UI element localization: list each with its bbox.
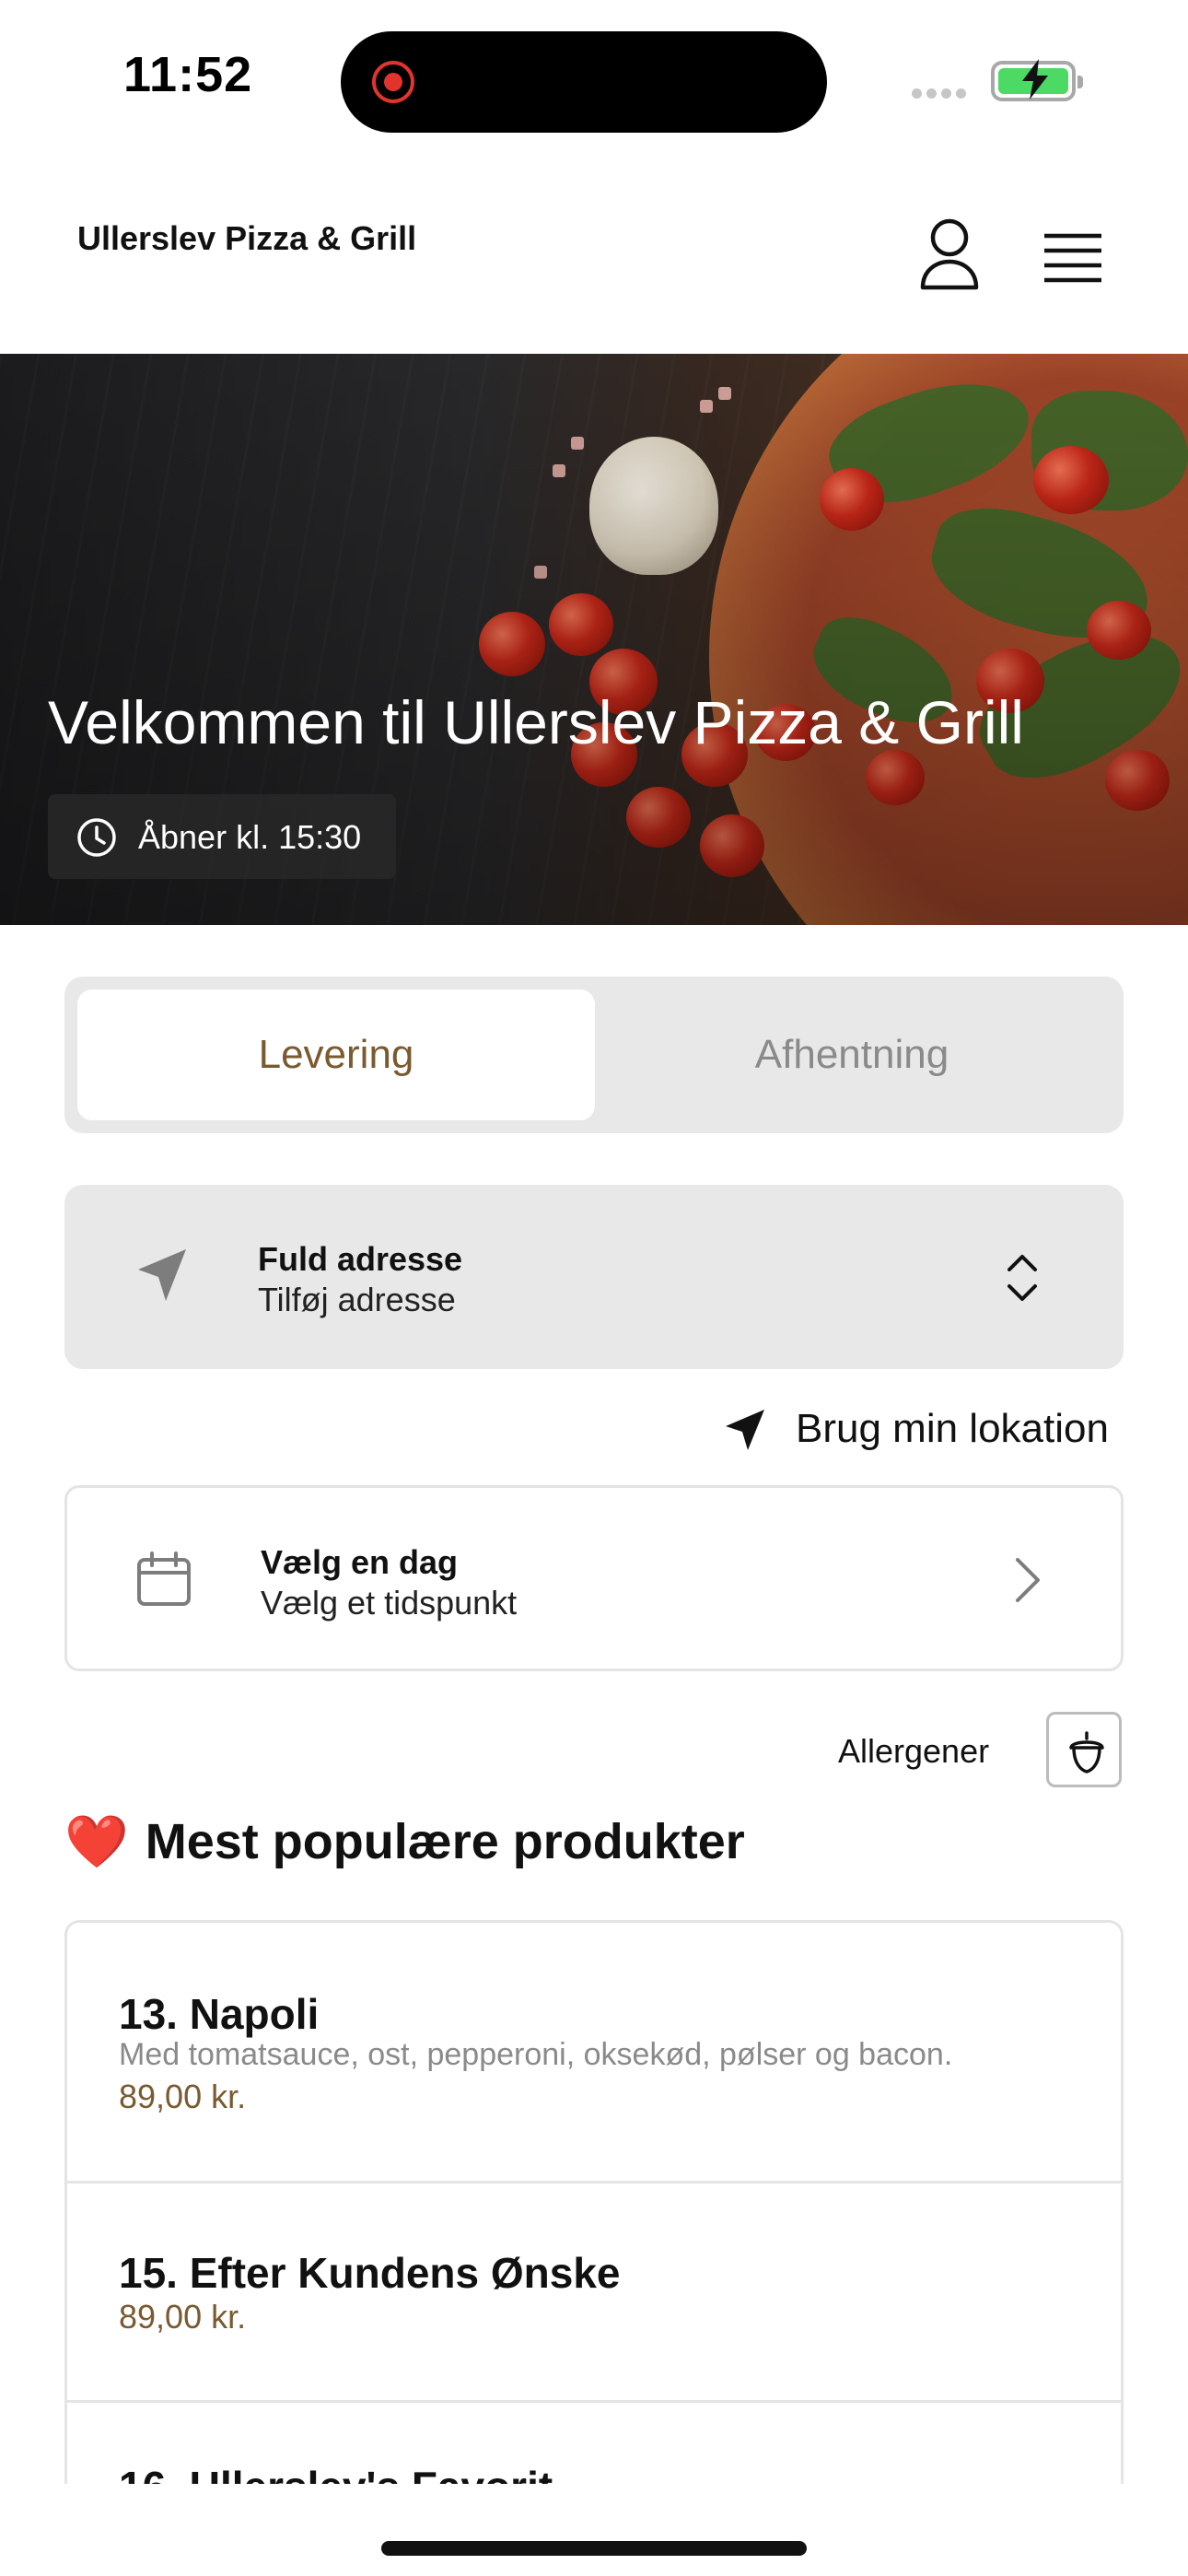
schedule-subtitle: Vælg et tidspunkt [261, 1584, 518, 1622]
product-name: 13. Napoli [119, 1990, 320, 2038]
allergens-label: Allergener [838, 1732, 990, 1770]
schedule-selector[interactable]: Vælg en dag Vælg et tidspunkt [64, 1485, 1124, 1671]
status-time: 11:52 [123, 47, 253, 102]
cellular-signal-icon [912, 87, 971, 99]
product-name: 15. Efter Kundens Ønske [119, 2249, 621, 2297]
opening-hours-badge: Åbner kl. 15:30 [48, 794, 396, 879]
hamburger-menu-icon [1044, 233, 1101, 283]
address-selector[interactable]: Fuld adresse Tilføj adresse [64, 1185, 1124, 1369]
opening-hours-text: Åbner kl. 15:30 [138, 818, 362, 856]
product-price: 89,00 kr. [119, 2078, 247, 2115]
account-button[interactable] [917, 217, 982, 291]
use-my-location-label: Brug min lokation [796, 1406, 1109, 1451]
address-title: Fuld adresse [258, 1240, 463, 1278]
product-item[interactable]: 16. Ullerslev's Favorit [67, 2403, 1121, 2484]
dynamic-island [341, 31, 827, 133]
order-type-toggle: Levering Afhentning [64, 977, 1124, 1133]
use-my-location-button[interactable]: Brug min lokation [720, 1400, 1125, 1456]
app-header: Ullerslev Pizza & Grill [0, 157, 1188, 354]
tab-delivery[interactable]: Levering [77, 989, 595, 1120]
heart-icon: ❤️ [64, 1812, 129, 1870]
home-indicator[interactable] [381, 2541, 807, 2556]
charging-bolt-icon [1022, 59, 1048, 100]
address-subtitle: Tilføj adresse [258, 1281, 456, 1318]
product-name: 16. Ullerslev's Favorit [119, 2462, 553, 2484]
user-icon [920, 218, 979, 290]
schedule-title: Vælg en dag [261, 1543, 459, 1581]
recording-indicator-icon [372, 61, 414, 103]
acorn-icon [1069, 1731, 1104, 1774]
product-price: 89,00 kr. [119, 2298, 247, 2336]
brand-name: Ullerslev Pizza & Grill [77, 219, 417, 257]
popular-products-list: 13. Napoli Med tomatsauce, ost, pepperon… [64, 1920, 1124, 2484]
status-bar: 11:52 [0, 0, 1188, 157]
navigation-arrow-icon [138, 1249, 186, 1301]
product-item[interactable]: 15. Efter Kundens Ønske 89,00 kr. [67, 2184, 1121, 2403]
chevron-right-icon [1016, 1558, 1040, 1602]
battery-icon [991, 59, 1083, 101]
clock-icon [77, 818, 116, 857]
hero-banner: Velkommen til Ullerslev Pizza & Grill Åb… [0, 354, 1188, 925]
menu-button[interactable] [1041, 230, 1105, 286]
chevron-up-down-icon [1007, 1255, 1037, 1301]
tab-pickup[interactable]: Afhentning [593, 989, 1111, 1120]
popular-products-heading: ❤️ Mest populære produkter [64, 1809, 745, 1874]
popular-products-title: Mest populære produkter [145, 1814, 745, 1869]
calendar-icon [137, 1551, 191, 1606]
hero-title: Velkommen til Ullerslev Pizza & Grill [48, 688, 1024, 756]
allergens-button[interactable] [1046, 1712, 1122, 1787]
location-arrow-icon [726, 1410, 764, 1450]
product-description: Med tomatsauce, ost, pepperoni, oksekød,… [119, 2037, 953, 2072]
product-item[interactable]: 13. Napoli Med tomatsauce, ost, pepperon… [67, 1923, 1121, 2184]
